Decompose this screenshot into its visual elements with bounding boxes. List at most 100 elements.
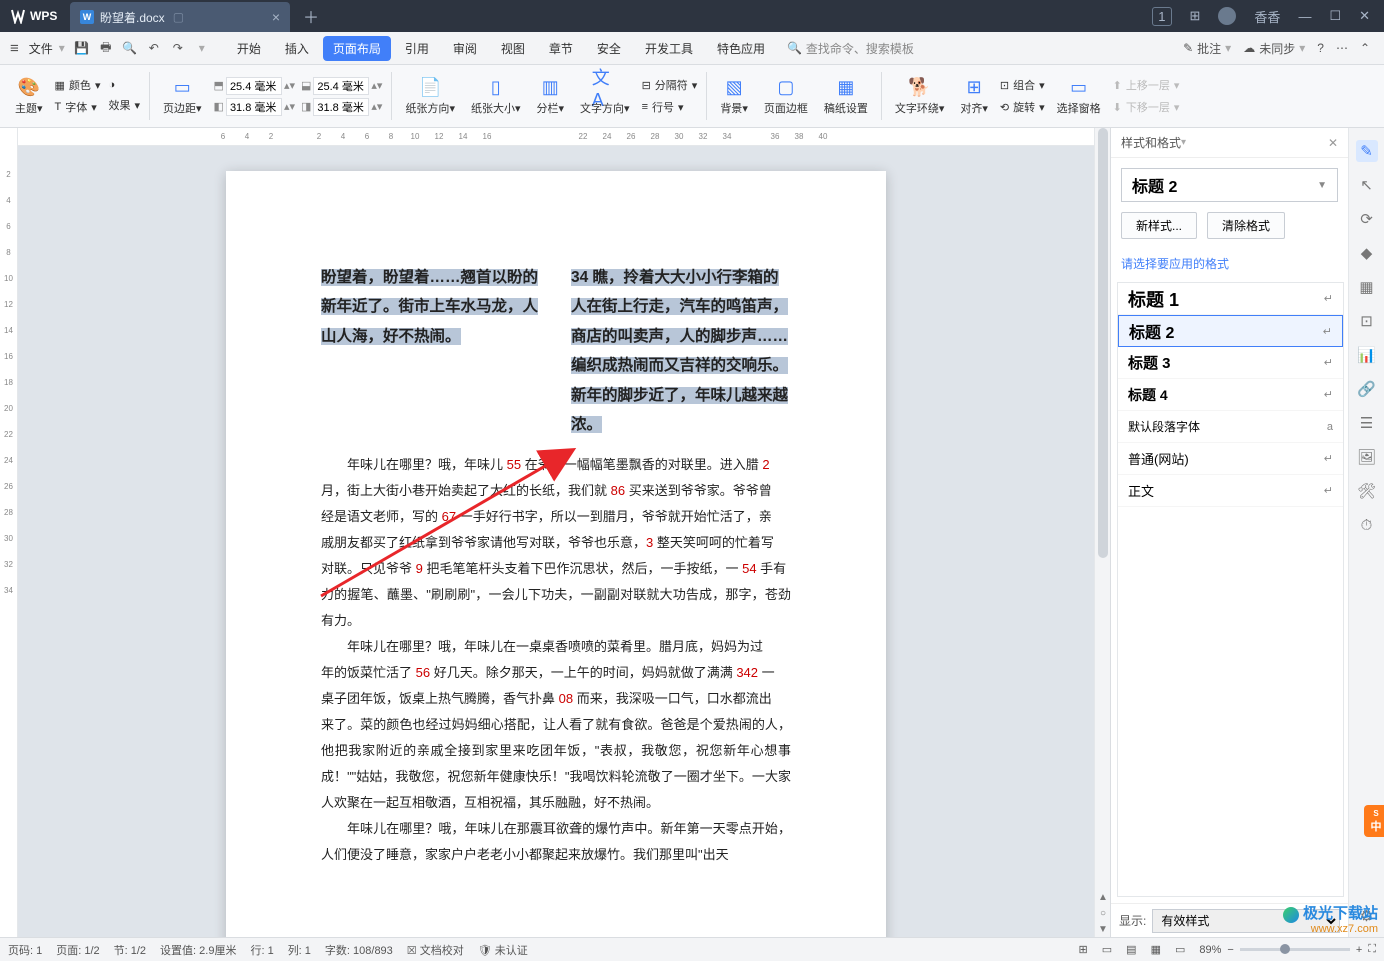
selected-text-col2[interactable]: 34 瞧，拎着大大小小行李箱的人在街上行走，汽车的鸣笛声，商店的叫卖声，人的脚步… xyxy=(571,269,788,433)
ribbon-tab-开发工具[interactable]: 开发工具 xyxy=(635,36,703,61)
panel-close-icon[interactable]: ✕ xyxy=(1328,136,1338,150)
status-section[interactable]: 节: 1/2 xyxy=(114,942,146,958)
zoom-out-icon[interactable]: − xyxy=(1227,944,1233,956)
text-direction-button[interactable]: 文A文字方向▾ xyxy=(576,76,634,116)
status-page-no[interactable]: 页码: 1 xyxy=(8,942,42,958)
minimize-icon[interactable]: ― xyxy=(1298,9,1311,24)
style-list[interactable]: 标题 1↵标题 2↵标题 3↵标题 4↵默认段落字体a普通(网站)↵正文↵ xyxy=(1117,282,1344,897)
style-item[interactable]: 标题 1↵ xyxy=(1118,283,1343,315)
ai-rail-icon[interactable]: ⊡ xyxy=(1356,310,1378,332)
style-item[interactable]: 标题 4↵ xyxy=(1118,379,1343,411)
link-rail-icon[interactable]: 🔗 xyxy=(1356,378,1378,400)
paper-size-button[interactable]: ▯纸张大小▾ xyxy=(467,76,525,116)
shape-rail-icon[interactable]: ◆ xyxy=(1356,242,1378,264)
view-mode-icon[interactable]: ⊞ xyxy=(1079,943,1088,956)
sync-button[interactable]: ☁未同步▾ xyxy=(1243,40,1305,57)
app-logo[interactable]: WPS xyxy=(0,0,70,32)
font-button[interactable]: T字体▾ xyxy=(55,99,101,115)
ribbon-tab-审阅[interactable]: 审阅 xyxy=(443,36,487,61)
orientation-button[interactable]: 📄纸张方向▾ xyxy=(401,76,459,116)
zoom-value[interactable]: 89% xyxy=(1199,944,1221,956)
file-menu[interactable]: 文件 xyxy=(29,40,53,57)
user-avatar[interactable] xyxy=(1218,7,1236,25)
print-icon[interactable]: 🖶 xyxy=(95,37,117,59)
ribbon-tab-特色应用[interactable]: 特色应用 xyxy=(707,36,775,61)
redo-icon[interactable]: ↷ xyxy=(167,37,189,59)
status-words[interactable]: 字数: 108/893 xyxy=(325,942,393,958)
refresh-rail-icon[interactable]: ⟳ xyxy=(1356,208,1378,230)
new-tab-button[interactable]: ＋ xyxy=(296,1,326,31)
notification-badge[interactable]: 1 xyxy=(1152,7,1171,26)
status-col[interactable]: 列: 1 xyxy=(288,942,311,958)
ribbon-tab-插入[interactable]: 插入 xyxy=(275,36,319,61)
effect-button[interactable]: ◑ xyxy=(108,79,140,91)
reading-mode-icon[interactable]: ▭ xyxy=(1175,943,1185,956)
table-rail-icon[interactable]: ▦ xyxy=(1356,276,1378,298)
user-name[interactable]: 香香 xyxy=(1254,7,1280,26)
select-rail-icon[interactable]: ↖ xyxy=(1356,174,1378,196)
margins-button[interactable]: ▭ 页边距▾ xyxy=(159,76,206,116)
page-border-button[interactable]: ▢页面边框 xyxy=(760,76,812,116)
status-position[interactable]: 设置值: 2.9厘米 xyxy=(160,942,236,958)
group-button[interactable]: ⊡组合▾ xyxy=(1000,77,1045,93)
selection-pane-button[interactable]: ▭选择窗格 xyxy=(1053,76,1105,116)
break-button[interactable]: ⊟分隔符▾ xyxy=(642,77,698,93)
color-button[interactable]: ▦颜色▾ xyxy=(55,77,101,93)
margin-top-input[interactable] xyxy=(226,77,282,95)
background-button[interactable]: ▧背景▾ xyxy=(716,76,752,116)
scroll-down-icon[interactable]: ▼ xyxy=(1095,921,1111,937)
rotate-button[interactable]: ⟲旋转▾ xyxy=(1000,99,1045,115)
clock-rail-icon[interactable]: ⏱ xyxy=(1356,514,1378,536)
style-item[interactable]: 标题 3↵ xyxy=(1118,347,1343,379)
image-rail-icon[interactable]: 🖼 xyxy=(1356,446,1378,468)
page[interactable]: 盼望着，盼望着……翘首以盼的新年近了。街市上车水马龙，人山人海，好不热闹。 34… xyxy=(226,171,886,937)
help-icon[interactable]: ? xyxy=(1317,41,1324,55)
tools-rail-icon[interactable]: 🛠 xyxy=(1356,480,1378,502)
close-icon[interactable]: ✕ xyxy=(1359,8,1370,24)
tab-window-icon[interactable]: ▢ xyxy=(173,10,184,24)
style-item[interactable]: 标题 2↵ xyxy=(1118,315,1343,347)
ribbon-tab-页面布局[interactable]: 页面布局 xyxy=(323,36,391,61)
horizontal-ruler[interactable]: 64224681012141622242628303234363840 xyxy=(18,128,1094,146)
view-print-icon[interactable]: ▭ xyxy=(1102,943,1112,956)
zoom-in-icon[interactable]: + xyxy=(1356,944,1362,956)
ribbon-tab-安全[interactable]: 安全 xyxy=(587,36,631,61)
vertical-scrollbar[interactable]: ▲ ○ ▼ xyxy=(1094,128,1110,937)
styles-rail-icon[interactable]: ✎ xyxy=(1356,140,1378,162)
theme-button[interactable]: 🎨 主题▾ xyxy=(11,76,47,116)
fullscreen-icon[interactable]: ⛶ xyxy=(1368,943,1376,956)
ribbon-tab-开始[interactable]: 开始 xyxy=(227,36,271,61)
text-wrap-button[interactable]: 🐕文字环绕▾ xyxy=(891,76,949,116)
more-icon[interactable]: ⋯ xyxy=(1336,41,1348,55)
tab-close-icon[interactable]: × xyxy=(262,9,280,25)
body-text[interactable]: 年味儿在哪里？哦，年味儿 55 在爷爷一幅幅笔墨飘香的对联里。进入腊 2 月，街… xyxy=(321,452,791,868)
preview-icon[interactable]: 🔍 xyxy=(119,37,141,59)
command-search[interactable]: 🔍 查找命令、搜索模板 xyxy=(787,40,914,57)
view-web-icon[interactable]: ▤ xyxy=(1126,943,1136,956)
margin-bottom-input[interactable] xyxy=(313,77,369,95)
chart-rail-icon[interactable]: 📊 xyxy=(1356,344,1378,366)
status-row[interactable]: 行: 1 xyxy=(250,942,273,958)
outline-rail-icon[interactable]: ☰ xyxy=(1356,412,1378,434)
ribbon-tab-引用[interactable]: 引用 xyxy=(395,36,439,61)
save-icon[interactable]: 💾 xyxy=(71,37,93,59)
vertical-ruler[interactable]: 246810121416182022242628303234 xyxy=(0,128,18,937)
style-item[interactable]: 普通(网站)↵ xyxy=(1118,443,1343,475)
grid-paper-button[interactable]: ▦稿纸设置 xyxy=(820,76,872,116)
apps-icon[interactable]: ⊞ xyxy=(1190,8,1201,24)
effect-label[interactable]: 效果▾ xyxy=(108,97,140,113)
status-proofing[interactable]: ☒ 文档校对 xyxy=(407,942,464,958)
selected-text-col1[interactable]: 盼望着，盼望着……翘首以盼的新年近了。街市上车水马龙，人山人海，好不热闹。 xyxy=(321,269,538,345)
style-item[interactable]: 默认段落字体a xyxy=(1118,411,1343,443)
current-style-selector[interactable]: 标题 2 ▼ xyxy=(1121,168,1338,202)
ime-indicator[interactable]: S中 xyxy=(1364,805,1384,837)
zoom-control[interactable]: 89% − + ⛶ xyxy=(1199,943,1376,956)
undo-icon[interactable]: ↶ xyxy=(143,37,165,59)
zoom-slider[interactable] xyxy=(1240,948,1350,951)
scroll-up-icon[interactable]: ▲ xyxy=(1095,889,1111,905)
menu-icon[interactable]: ≡ xyxy=(10,40,19,57)
annotate-button[interactable]: ✎批注▾ xyxy=(1183,40,1231,57)
align-button[interactable]: ⊞对齐▾ xyxy=(956,76,992,116)
new-style-button[interactable]: 新样式... xyxy=(1121,212,1197,239)
line-number-button[interactable]: ≡行号▾ xyxy=(642,99,698,115)
